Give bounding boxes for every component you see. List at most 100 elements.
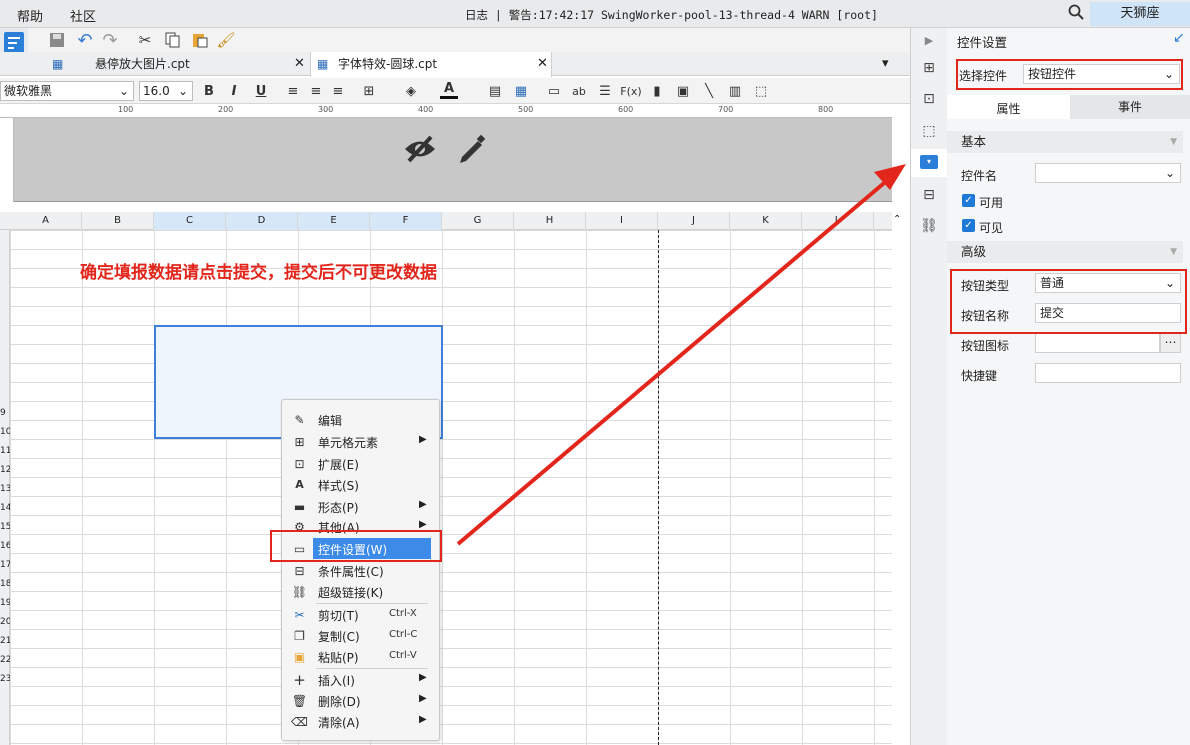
format-brush-icon[interactable]: 🖌 xyxy=(216,31,235,49)
col-header[interactable]: J xyxy=(658,212,730,230)
menu-item-expand[interactable]: ⊡ 扩展(E) xyxy=(282,453,439,474)
widget-settings-panel: 控件设置 ↙ 选择控件 按钮控件 ⌄ 属性 事件 基本 ▼ 控件名 ⌄ ✓ 可用… xyxy=(947,28,1190,745)
border-icon[interactable]: ⊞ xyxy=(360,82,378,100)
cell-element-icon[interactable]: ⊞ xyxy=(920,59,938,77)
button-icon-input[interactable] xyxy=(1035,333,1160,353)
close-icon[interactable]: ✕ xyxy=(294,52,305,76)
save-icon[interactable] xyxy=(48,31,66,49)
menu-item-condition[interactable]: ⊟ 条件属性(C) xyxy=(282,560,439,581)
enabled-checkbox[interactable]: ✓ xyxy=(962,194,975,207)
col-header[interactable]: K xyxy=(730,212,802,230)
grid-file-icon: ▦ xyxy=(317,57,329,71)
link-icon[interactable]: ⛓ xyxy=(920,217,938,235)
menu-item-paste[interactable]: ▣ 粘贴(P) Ctrl-V xyxy=(282,646,439,667)
text-ab-icon[interactable]: ab xyxy=(570,82,588,100)
column-header: A B C D E F G H I J K L xyxy=(0,212,892,230)
search-icon[interactable] xyxy=(1068,4,1084,24)
col-header[interactable]: G xyxy=(442,212,514,230)
col-header[interactable]: F xyxy=(370,212,442,230)
paste-icon[interactable] xyxy=(191,31,209,49)
frame-icon[interactable]: ⬚ xyxy=(752,82,770,100)
font-color-icon[interactable]: A xyxy=(440,81,458,99)
menu-item-clear[interactable]: ⌫ 清除(A) ▶ xyxy=(282,711,439,732)
condition-icon: ⊟ xyxy=(294,563,305,578)
table-icon[interactable]: ▦ xyxy=(512,82,530,100)
expand-icon: ⊡ xyxy=(294,456,305,471)
tab-properties[interactable]: 属性 xyxy=(947,95,1070,119)
image-icon[interactable]: ▣ xyxy=(674,82,692,100)
link-icon: ⛓ xyxy=(291,584,308,599)
menu-item-form[interactable]: ▬ 形态(P) ▶ xyxy=(282,496,439,517)
cell-attribute-icon[interactable]: ⊡ xyxy=(920,90,938,108)
underline-icon[interactable]: U xyxy=(252,82,270,100)
col-header[interactable]: I xyxy=(586,212,658,230)
chart-icon[interactable]: ▮ xyxy=(648,82,666,100)
menu-community[interactable]: 社区 xyxy=(70,6,96,25)
bold-icon[interactable]: B xyxy=(200,82,218,100)
widget-text-icon[interactable]: ▭ xyxy=(545,82,563,100)
scissors-icon[interactable]: ✂ xyxy=(136,31,154,49)
fill-color-icon[interactable]: ◈ xyxy=(402,82,420,100)
format-toolbar: 微软雅黑 ⌄ 16.0 ⌄ B I U ≡ ≡ ≡ ⊞ ◈ A ▤ ▦ ▭ ab… xyxy=(0,78,910,104)
tab-font-effect[interactable]: ▦ 字体特效-圆球.cpt ✕ xyxy=(310,52,552,77)
condition-icon[interactable]: ⊟ xyxy=(920,186,938,204)
redo-icon[interactable]: ↷ xyxy=(101,30,119,51)
chevron-up-icon[interactable]: ⌃ xyxy=(893,214,901,225)
menu-help[interactable]: 帮助 xyxy=(17,6,43,25)
float-element-icon[interactable]: ⬚ xyxy=(920,122,938,140)
menu-item-insert[interactable]: + 插入(I) ▶ xyxy=(282,669,439,690)
row-number[interactable]: 9 xyxy=(0,408,6,418)
menu-item-hyperlink[interactable]: ⛓ 超级链接(K) xyxy=(282,581,439,602)
col-header[interactable]: A xyxy=(10,212,82,230)
section-basic[interactable]: 基本 ▼ xyxy=(947,131,1183,153)
pin-icon[interactable]: ↙ xyxy=(1173,30,1185,46)
menu-item-cell-element[interactable]: ⊞ 单元格元素 ▶ xyxy=(282,431,439,452)
font-family-select[interactable]: 微软雅黑 ⌄ xyxy=(0,81,134,101)
merge-icon[interactable]: ▤ xyxy=(486,82,504,100)
tab-events[interactable]: 事件 xyxy=(1070,95,1190,119)
col-header[interactable]: B xyxy=(82,212,154,230)
align-right-icon[interactable]: ≡ xyxy=(329,82,347,100)
notice-text[interactable]: 确定填报数据请点击提交，提交后不可更改数据 xyxy=(80,258,437,283)
visible-checkbox[interactable]: ✓ xyxy=(962,219,975,232)
file-tabs: ▦ 悬停放大图片.cpt ✕ ▦ 字体特效-圆球.cpt ✕ ▾ xyxy=(0,52,910,77)
slash-icon[interactable]: ╲ xyxy=(700,82,718,100)
more-icon[interactable]: ⋯ xyxy=(1160,333,1181,353)
edit-icon[interactable] xyxy=(456,133,488,168)
undo-icon[interactable]: ↶ xyxy=(76,30,94,51)
formula-icon[interactable]: F(x) xyxy=(620,82,641,100)
col-header[interactable]: C xyxy=(154,212,226,230)
spreadsheet-grid[interactable] xyxy=(10,230,892,745)
menu-item-edit[interactable]: ✎ 编辑 xyxy=(282,409,439,430)
submenu-arrow-icon: ▶ xyxy=(419,519,427,530)
close-icon[interactable]: ✕ xyxy=(537,52,548,76)
italic-icon[interactable]: I xyxy=(225,82,243,100)
section-advanced[interactable]: 高级 ▼ xyxy=(947,241,1183,263)
log-status[interactable]: 日志 | 警告:17:42:17 SwingWorker-pool-13-thr… xyxy=(465,7,878,23)
menu-item-delete[interactable]: 🗑 删除(D) ▶ xyxy=(282,690,439,711)
menu-item-style[interactable]: A 样式(S) xyxy=(282,474,439,495)
menu-item-copy[interactable]: ❐ 复制(C) Ctrl-C xyxy=(282,625,439,646)
align-center-icon[interactable]: ≡ xyxy=(307,82,325,100)
col-header[interactable]: E xyxy=(298,212,370,230)
widget-settings-tab[interactable]: ▾ xyxy=(911,149,947,177)
widget-name-input[interactable]: ⌄ xyxy=(1035,163,1181,183)
col-header[interactable]: L xyxy=(802,212,874,230)
tab-hover-zoom[interactable]: ▦ 悬停放大图片.cpt ✕ xyxy=(48,52,310,76)
col-header[interactable]: D xyxy=(226,212,298,230)
subreport-icon[interactable]: ▥ xyxy=(726,82,744,100)
paragraph-icon[interactable]: ☰ xyxy=(596,82,614,100)
col-header[interactable]: H xyxy=(514,212,586,230)
copy-icon[interactable] xyxy=(164,31,182,49)
user-button[interactable]: 天狮座 xyxy=(1090,2,1190,26)
submenu-arrow-icon: ▶ xyxy=(419,672,427,683)
font-size-select[interactable]: 16.0 ⌄ xyxy=(139,81,193,101)
align-left-icon[interactable]: ≡ xyxy=(284,82,302,100)
shortcut-input[interactable] xyxy=(1035,363,1181,383)
ruler-tick: 300 xyxy=(318,105,334,114)
menu-item-label: 形态(P) xyxy=(318,501,359,515)
collapse-right-icon[interactable]: ▶ xyxy=(920,31,938,49)
hide-icon[interactable] xyxy=(403,134,437,167)
menu-item-cut[interactable]: ✂ 剪切(T) Ctrl-X xyxy=(282,604,439,625)
tab-menu-icon[interactable]: ▾ xyxy=(882,56,889,71)
